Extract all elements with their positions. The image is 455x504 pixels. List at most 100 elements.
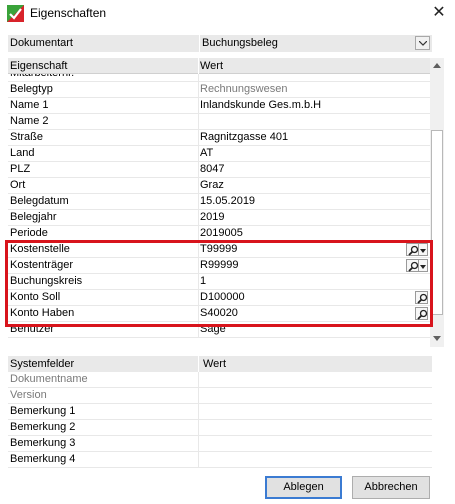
property-value[interactable]: S40020 — [200, 307, 238, 319]
magnifier-icon[interactable] — [406, 243, 419, 256]
property-name: Straße — [10, 131, 44, 143]
column-divider — [198, 404, 199, 420]
property-value[interactable]: T99999 — [200, 243, 237, 255]
column-divider — [198, 388, 199, 404]
magnifier-icon[interactable] — [415, 307, 428, 320]
doctype-row: Dokumentart Buchungsbeleg — [8, 35, 432, 52]
magnifier-icon[interactable] — [415, 291, 428, 304]
magnifier-icon[interactable] — [406, 259, 419, 272]
property-row[interactable]: Straße Ragnitzgasse 401 — [8, 130, 432, 146]
system-field-row[interactable]: Dokumentname — [8, 372, 432, 388]
property-value[interactable]: AT — [200, 147, 213, 159]
property-name: Buchungskreis — [10, 275, 83, 287]
property-row[interactable]: Kostenträger R99999 — [8, 258, 432, 274]
system-field-name: Dokumentname — [10, 373, 88, 385]
column-divider — [198, 274, 199, 290]
property-name: Belegdatum — [10, 195, 69, 207]
property-name: Land — [10, 147, 35, 159]
abbrechen-button[interactable]: Abbrechen — [352, 476, 430, 499]
close-icon[interactable]: ✕ — [426, 2, 452, 24]
property-name: Periode — [10, 227, 48, 239]
property-value[interactable]: D100000 — [200, 291, 245, 303]
column-divider — [198, 322, 199, 338]
column-divider — [198, 226, 199, 242]
property-row[interactable]: Konto Haben S40020 — [8, 306, 432, 322]
system-field-row[interactable]: Bemerkung 4 — [8, 452, 432, 468]
app-logo-icon — [7, 5, 24, 22]
property-row[interactable]: Belegjahr 2019 — [8, 210, 432, 226]
scrollbar-thumb[interactable] — [431, 130, 443, 315]
property-value[interactable]: 1 — [200, 275, 206, 287]
property-name: Belegtyp — [10, 83, 53, 95]
property-grid-header: Eigenschaft Wert — [8, 58, 432, 74]
column-divider — [198, 162, 199, 178]
property-row[interactable]: Belegdatum 15.05.2019 — [8, 194, 432, 210]
column-divider — [198, 258, 199, 274]
system-field-name: Bemerkung 3 — [10, 437, 76, 449]
column-divider — [198, 130, 199, 146]
property-grid: Eigenschaft Wert Mitarbeiternr. Belegtyp R… — [8, 58, 444, 347]
chevron-down-icon[interactable] — [419, 259, 428, 272]
property-value[interactable]: 2019005 — [200, 227, 243, 239]
system-field-name: Bemerkung 1 — [10, 405, 76, 417]
column-divider — [198, 82, 199, 98]
property-value[interactable]: Inlandskunde Ges.m.b.H — [200, 99, 321, 111]
system-field-name: Bemerkung 2 — [10, 421, 76, 433]
doctype-select[interactable]: Buchungsbeleg — [199, 35, 432, 52]
doctype-dropdown-button[interactable] — [415, 36, 430, 50]
property-name: Name 1 — [10, 99, 49, 111]
property-value[interactable]: Graz — [200, 179, 224, 191]
property-row[interactable]: Benutzer Sage — [8, 322, 432, 338]
scroll-up-icon[interactable] — [430, 59, 444, 73]
property-name: Ort — [10, 179, 26, 191]
system-field-name: Bemerkung 4 — [10, 453, 76, 465]
property-row[interactable]: Belegtyp Rechnungswesen — [8, 82, 432, 98]
system-field-row[interactable]: Version — [8, 388, 432, 404]
property-value[interactable]: 15.05.2019 — [200, 195, 255, 207]
property-row[interactable]: Buchungskreis 1 — [8, 274, 432, 290]
column-divider — [198, 146, 199, 162]
system-fields-body: Dokumentname Version Bemerkung 1 Bemerkung … — [8, 372, 432, 468]
property-name: Konto Haben — [10, 307, 75, 319]
property-row[interactable]: Mitarbeiternr. — [8, 74, 432, 82]
property-row[interactable]: Name 2 — [8, 114, 432, 130]
property-grid-scrollbar[interactable] — [430, 58, 444, 347]
property-row[interactable]: Name 1 Inlandskunde Ges.m.b.H — [8, 98, 432, 114]
column-header-systemfields: Systemfelder — [10, 358, 75, 370]
chevron-down-icon[interactable] — [419, 243, 428, 256]
property-row[interactable]: Land AT — [8, 146, 432, 162]
column-divider — [198, 114, 199, 130]
doctype-value: Buchungsbeleg — [202, 37, 278, 49]
chevron-down-icon — [419, 41, 427, 46]
column-divider — [198, 372, 199, 388]
property-row[interactable]: Kostenstelle T99999 — [8, 242, 432, 258]
system-fields-grid: Systemfelder Wert Dokumentname Version Bem… — [8, 356, 432, 468]
system-field-row[interactable]: Bemerkung 3 — [8, 436, 432, 452]
column-header-value: Wert — [200, 60, 224, 72]
column-divider — [198, 306, 199, 322]
property-value[interactable]: Sage — [200, 323, 226, 335]
scroll-down-icon[interactable] — [430, 332, 444, 346]
property-value[interactable]: Ragnitzgasse 401 — [200, 131, 288, 143]
property-row[interactable]: PLZ 8047 — [8, 162, 432, 178]
property-row[interactable]: Konto Soll D100000 — [8, 290, 432, 306]
system-field-row[interactable]: Bemerkung 2 — [8, 420, 432, 436]
property-value[interactable]: 2019 — [200, 211, 224, 223]
property-value[interactable]: R99999 — [200, 259, 239, 271]
property-name: Konto Soll — [10, 291, 61, 303]
column-divider — [198, 98, 199, 114]
system-fields-header: Systemfelder Wert — [8, 356, 432, 372]
system-field-row[interactable]: Bemerkung 1 — [8, 404, 432, 420]
property-row[interactable]: Ort Graz — [8, 178, 432, 194]
property-value[interactable]: 8047 — [200, 163, 224, 175]
system-field-name: Version — [10, 389, 47, 401]
column-divider — [198, 290, 199, 306]
property-grid-body: Mitarbeiternr. Belegtyp Rechnungswesen Name… — [8, 74, 432, 347]
property-value[interactable]: Rechnungswesen — [200, 83, 287, 95]
property-row[interactable]: Periode 2019005 — [8, 226, 432, 242]
column-divider — [198, 210, 199, 226]
property-name: Mitarbeiternr. — [10, 74, 74, 79]
column-divider — [198, 242, 199, 258]
ablegen-button[interactable]: Ablegen — [265, 476, 342, 499]
column-divider — [198, 420, 199, 436]
